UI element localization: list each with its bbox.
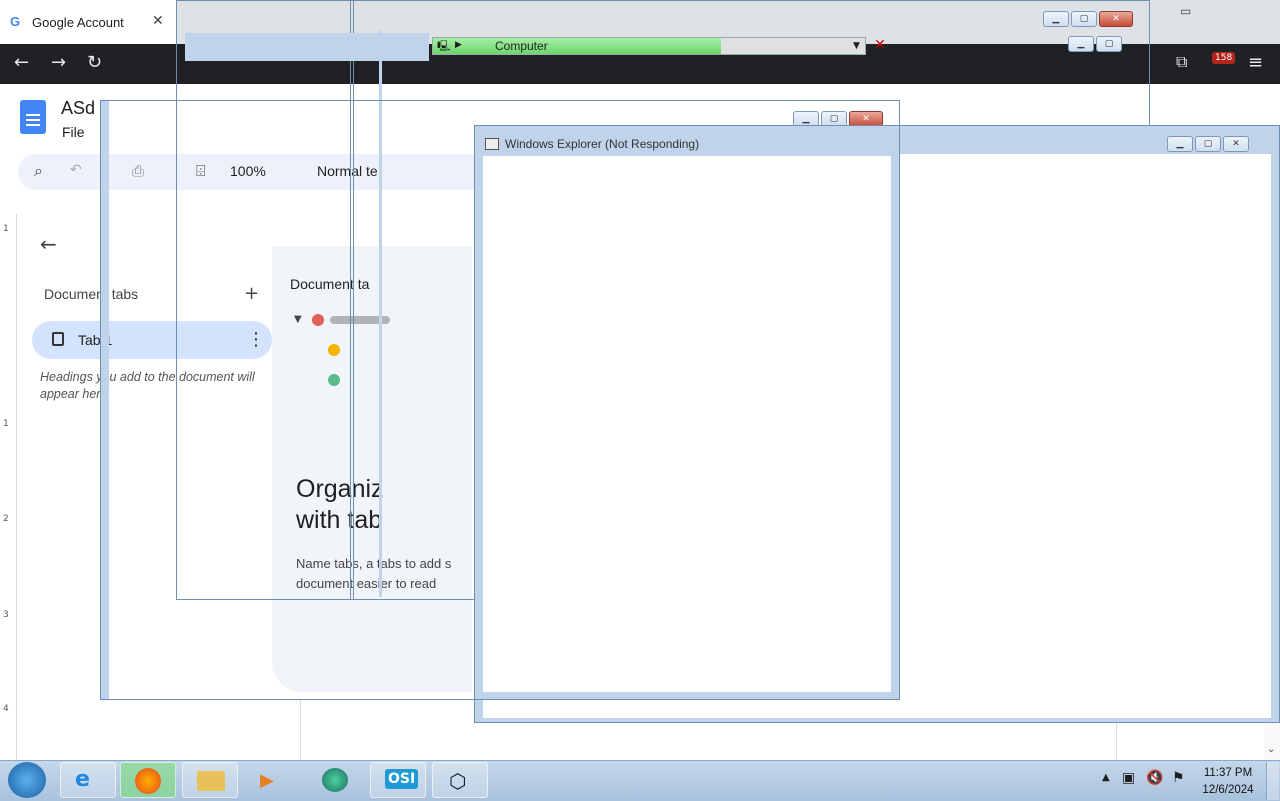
- action-center-flag-icon[interactable]: ⚑: [1172, 770, 1185, 786]
- address-progress: [433, 38, 721, 54]
- window-controls[interactable]: ▭: [1180, 4, 1191, 18]
- osi-icon[interactable]: OSI: [370, 762, 426, 798]
- minimize-button[interactable]: ▁: [1068, 36, 1094, 52]
- clock-time: 11:37 PM: [1203, 767, 1253, 779]
- computer-icon: 🖳: [437, 41, 451, 52]
- vertical-ruler: 1 1 2 3 4: [0, 214, 17, 760]
- internet-explorer-icon[interactable]: e: [60, 762, 116, 798]
- back-arrow-icon[interactable]: ←: [40, 232, 57, 256]
- search-icon[interactable]: ⌕: [34, 161, 43, 181]
- docs-logo-icon[interactable]: [20, 100, 46, 134]
- page-border: [300, 700, 301, 760]
- document-icon: [52, 332, 64, 346]
- frame-edge: [101, 101, 109, 699]
- extension-badge[interactable]: 158: [1212, 52, 1236, 64]
- maximize-button[interactable]: ▢: [1096, 36, 1122, 52]
- ruler-number: 3: [3, 610, 9, 620]
- breadcrumb-arrow-icon: ▶: [455, 40, 462, 50]
- window-icon: [485, 138, 499, 150]
- ghost-bar: [185, 33, 429, 61]
- minimize-icon[interactable]: ▭: [1180, 4, 1191, 18]
- close-tab-icon[interactable]: ✕: [152, 13, 164, 29]
- address-close-icon[interactable]: ✕: [870, 37, 890, 55]
- tab-title: Google Account: [32, 15, 124, 30]
- back-icon[interactable]: ←: [14, 52, 29, 73]
- close-button[interactable]: ✕: [1223, 136, 1249, 152]
- start-orb[interactable]: [8, 762, 46, 798]
- forward-icon[interactable]: →: [51, 52, 66, 73]
- maximize-button[interactable]: ▢: [1195, 136, 1221, 152]
- menu-file[interactable]: File: [62, 124, 85, 140]
- address-text: Computer: [495, 39, 548, 53]
- ruler-number: 1: [3, 419, 9, 429]
- maximize-button[interactable]: ▢: [1071, 11, 1097, 27]
- google-icon: G: [10, 14, 21, 29]
- extensions-icon[interactable]: ⧉: [1176, 52, 1187, 72]
- app-icon[interactable]: [308, 762, 364, 798]
- menu-icon[interactable]: ≡: [1248, 52, 1263, 73]
- media-player-icon[interactable]: ▶: [244, 762, 300, 798]
- virtualbox-icon[interactable]: ⬡: [432, 762, 488, 798]
- close-button[interactable]: ✕: [1099, 11, 1133, 27]
- document-title[interactable]: ASd: [61, 98, 95, 119]
- network-icon[interactable]: ▣: [1122, 770, 1135, 786]
- tray-expand-icon[interactable]: ▲: [1102, 772, 1110, 783]
- inner-window-controls[interactable]: ▁ ▢: [1068, 36, 1122, 54]
- undo-icon[interactable]: ↶: [70, 162, 82, 178]
- explorer-address-bar[interactable]: 🖳 ▶ Computer ▼: [432, 37, 866, 55]
- clock-date: 12/6/2024: [1202, 784, 1254, 796]
- reload-icon[interactable]: ↻: [87, 52, 102, 73]
- scroll-down-icon[interactable]: ⌄: [1267, 744, 1275, 755]
- taskbar-clock[interactable]: 11:37 PM 12/6/2024: [1196, 765, 1260, 799]
- window-title: Windows Explorer (Not Responding): [505, 137, 700, 151]
- show-desktop-button[interactable]: [1266, 762, 1279, 800]
- ruler-number: 2: [3, 514, 9, 524]
- ruler-number: 4: [3, 704, 9, 714]
- minimize-button[interactable]: ▁: [1043, 11, 1069, 27]
- minimize-button[interactable]: ▁: [1167, 136, 1193, 152]
- volume-muted-icon[interactable]: 🔇: [1146, 770, 1163, 786]
- firefox-icon[interactable]: [120, 762, 176, 798]
- browser-tab[interactable]: G Google Account ✕: [0, 0, 176, 44]
- window-client: [483, 156, 891, 692]
- dropdown-icon[interactable]: ▼: [853, 41, 860, 51]
- window-controls[interactable]: ▁ ▢ ✕: [1167, 136, 1249, 154]
- ruler-number: 1: [3, 224, 9, 234]
- file-explorer-icon[interactable]: [182, 762, 238, 798]
- window-controls[interactable]: ▁ ▢ ✕: [1043, 11, 1133, 29]
- explorer-front-window[interactable]: [474, 125, 900, 700]
